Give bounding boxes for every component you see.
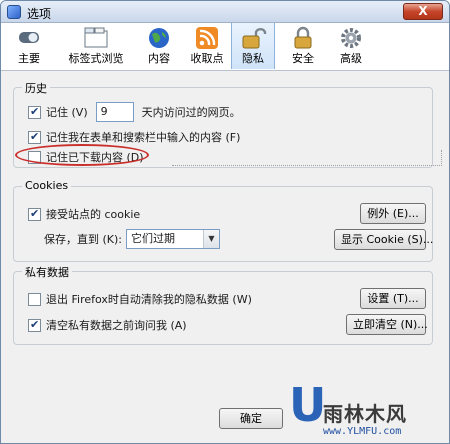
tab-feeds[interactable]: 收取点	[185, 23, 229, 69]
padlock-icon	[294, 26, 312, 49]
remember-forms-checkbox[interactable]	[28, 130, 41, 144]
highlight-ellipse	[15, 144, 149, 166]
feed-icon	[196, 27, 218, 49]
tab-advanced[interactable]: 高级	[331, 23, 371, 69]
remember-forms-row: 记住我在表单和搜索栏中输入的内容 (F)	[28, 128, 240, 146]
tabs-icon	[84, 27, 108, 48]
ask-before-clear-label: 清空私有数据之前询问我 (A)	[46, 319, 187, 332]
tab-privacy-label: 隐私	[242, 52, 264, 65]
preferences-toolbar: 主要 标签式浏览 内容 收取点 隐私 安全 高级	[1, 23, 449, 71]
tab-main[interactable]: 主要	[9, 23, 49, 69]
settings-button[interactable]: 设置 (T)...	[360, 288, 426, 309]
history-days-input[interactable]: 9	[95, 102, 134, 122]
clear-now-button[interactable]: 立即清空 (N)...	[346, 314, 428, 335]
tab-advanced-label: 高级	[340, 52, 362, 65]
show-cookies-button[interactable]: 显示 Cookie (S)...	[334, 229, 433, 250]
tab-content[interactable]: 内容	[139, 23, 179, 69]
remember-forms-label: 记住我在表单和搜索栏中输入的内容 (F)	[46, 131, 241, 144]
ok-button[interactable]: 确定	[219, 408, 283, 429]
watermark-url: www.YLMFU.com	[323, 426, 402, 437]
gear-icon	[341, 28, 361, 48]
tab-main-label: 主要	[18, 52, 40, 65]
clear-on-exit-label: 退出 Firefox时自动清除我的隐私数据 (W)	[46, 293, 252, 306]
cookies-group-title: Cookies	[22, 179, 72, 192]
remember-history-checkbox[interactable]	[28, 105, 41, 119]
options-dialog: 选项 X 主要 标签式浏览 内容 收取点 隐私 安全 高级 历史 ✔ 记住 (V…	[0, 0, 450, 444]
cookies-group: Cookies 接受站点的 cookie 例外 (E)... 保存，直到 (K)…	[13, 179, 433, 262]
tab-feeds-label: 收取点	[190, 52, 224, 65]
focus-outline	[172, 150, 442, 166]
tab-tabbed-browsing[interactable]: 标签式浏览	[61, 23, 131, 69]
tab-security[interactable]: 安全	[283, 23, 323, 69]
remember-history-label: 记住 (V)	[46, 106, 88, 119]
history-group-title: 历史	[22, 80, 50, 96]
accept-cookies-label: 接受站点的 cookie	[46, 208, 141, 221]
ask-before-clear-row: 清空私有数据之前询问我 (A)	[28, 316, 187, 334]
title-bar: 选项 X	[1, 1, 449, 23]
accept-cookies-checkbox[interactable]	[28, 207, 41, 221]
globe-icon	[149, 28, 169, 48]
tab-content-label: 内容	[148, 52, 170, 65]
history-days-suffix: 天内访问过的网页。	[141, 106, 241, 119]
app-icon	[7, 5, 21, 19]
chevron-down-icon[interactable]: ▼	[203, 230, 219, 248]
keep-until-row: 保存，直到 (K):	[44, 230, 122, 248]
clear-on-exit-checkbox[interactable]	[28, 292, 41, 306]
accept-cookies-row: 接受站点的 cookie	[28, 205, 140, 223]
lock-icon	[242, 28, 267, 49]
ask-before-clear-checkbox[interactable]	[28, 318, 41, 332]
tab-tabbed-browsing-label: 标签式浏览	[68, 52, 124, 65]
tab-security-label: 安全	[292, 52, 314, 65]
remember-history-row: 记住 (V) 9 天内访问过的网页。	[28, 101, 241, 123]
watermark-logo: U	[289, 378, 327, 432]
window-title: 选项	[27, 7, 52, 21]
switch-icon	[19, 32, 39, 43]
private-data-group-title: 私有数据	[22, 264, 72, 280]
clear-on-exit-row: 退出 Firefox时自动清除我的隐私数据 (W)	[28, 290, 252, 308]
private-data-group: 私有数据 退出 Firefox时自动清除我的隐私数据 (W) 设置 (T)...…	[13, 264, 433, 345]
keep-until-select[interactable]: 它们过期 ▼	[126, 229, 220, 249]
tab-privacy[interactable]: 隐私	[231, 23, 275, 69]
close-button[interactable]: X	[403, 3, 443, 20]
keep-until-label: 保存，直到 (K):	[44, 233, 122, 246]
exceptions-button[interactable]: 例外 (E)...	[360, 203, 426, 224]
keep-until-value: 它们过期	[131, 232, 175, 245]
privacy-panel: 历史 记住 (V) 9 天内访问过的网页。 记住我在表单和搜索栏中输入的内容 (…	[1, 72, 449, 402]
watermark-brand: 雨林木风	[323, 402, 407, 426]
